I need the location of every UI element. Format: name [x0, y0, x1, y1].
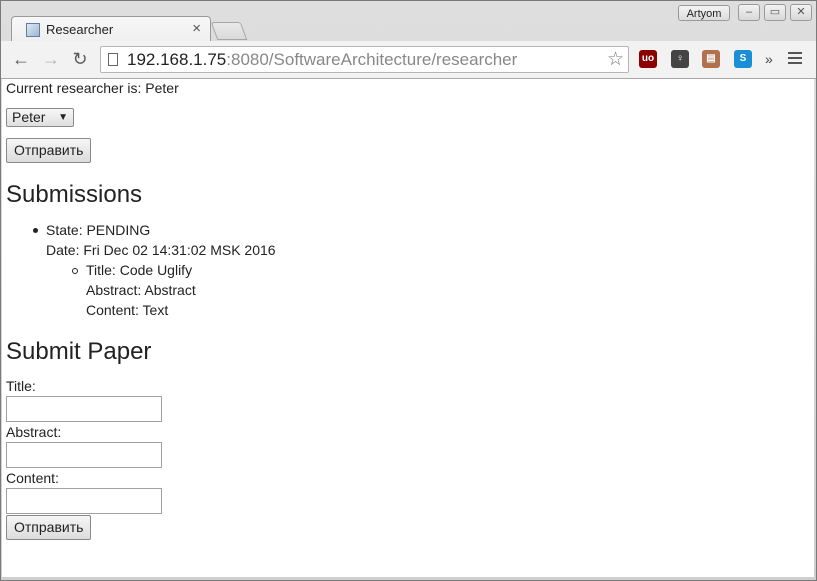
- submission-state: State: PENDING: [46, 222, 151, 238]
- list-bullet: [33, 228, 38, 233]
- title-input[interactable]: [6, 396, 162, 422]
- url-text[interactable]: 192.168.1.75:8080/SoftwareArchitecture/r…: [127, 50, 517, 70]
- abstract-input[interactable]: [6, 442, 162, 468]
- bookmark-star-icon[interactable]: ☆: [607, 48, 624, 71]
- dropdown-arrow-icon: ▼: [58, 112, 68, 123]
- researcher-select-value: Peter: [12, 109, 46, 125]
- page-favicon-icon: [26, 23, 40, 37]
- url-path: :8080/SoftwareArchitecture/researcher: [226, 50, 518, 69]
- current-researcher-text: Current researcher is: Peter: [6, 80, 179, 96]
- paper-submit-button[interactable]: Отправить: [6, 515, 92, 540]
- chrome-menu-icon[interactable]: [788, 52, 802, 67]
- more-extensions-icon[interactable]: »: [765, 51, 773, 67]
- maximize-button[interactable]: ▭: [764, 4, 786, 21]
- submissions-heading: Submissions: [6, 181, 143, 208]
- browser-toolbar: ← → ↻ 192.168.1.75:8080/SoftwareArchitec…: [1, 41, 816, 79]
- page-icon: [108, 53, 118, 66]
- close-tab-icon[interactable]: ×: [192, 20, 201, 37]
- submission-date: Date: Fri Dec 02 14:31:02 MSK 2016: [46, 242, 276, 258]
- back-arrow-icon[interactable]: ←: [11, 49, 31, 69]
- submission-abstract: Abstract: Abstract: [86, 282, 196, 298]
- page-content: Current researcher is: Peter Peter ▼ Отп…: [2, 79, 814, 577]
- submit-paper-heading: Submit Paper: [6, 338, 152, 365]
- content-label: Content:: [6, 470, 59, 486]
- abstract-label: Abstract:: [6, 424, 62, 440]
- new-tab-button[interactable]: [210, 22, 248, 40]
- submission-content: Content: Text: [86, 302, 169, 318]
- tab-researcher[interactable]: Researcher ×: [11, 16, 211, 42]
- skype-icon[interactable]: S: [734, 50, 752, 68]
- ublock-icon[interactable]: uo: [639, 50, 657, 68]
- forward-arrow-icon[interactable]: →: [41, 49, 61, 69]
- tv-extension-icon[interactable]: ▤: [702, 50, 720, 68]
- researcher-select[interactable]: Peter ▼: [6, 108, 74, 127]
- title-bar: Researcher × Artyom – ▭ ✕: [1, 1, 816, 42]
- profile-button[interactable]: Artyom: [678, 5, 730, 21]
- sublist-bullet: [72, 268, 78, 274]
- title-label: Title:: [6, 378, 36, 394]
- minimize-button[interactable]: –: [738, 4, 760, 21]
- browser-window: Researcher × Artyom – ▭ ✕ ← → ↻ 192.168.…: [0, 0, 817, 581]
- reload-icon[interactable]: ↻: [70, 49, 90, 69]
- tab-title: Researcher: [46, 22, 114, 37]
- address-bar[interactable]: 192.168.1.75:8080/SoftwareArchitecture/r…: [100, 46, 629, 73]
- url-host: 192.168.1.75: [127, 50, 227, 69]
- content-input[interactable]: [6, 488, 162, 514]
- close-window-button[interactable]: ✕: [790, 4, 812, 21]
- researcher-submit-button[interactable]: Отправить: [6, 138, 92, 163]
- submission-title: Title: Code Uglify: [86, 262, 193, 278]
- lightbulb-extension-icon[interactable]: ♀: [671, 50, 689, 68]
